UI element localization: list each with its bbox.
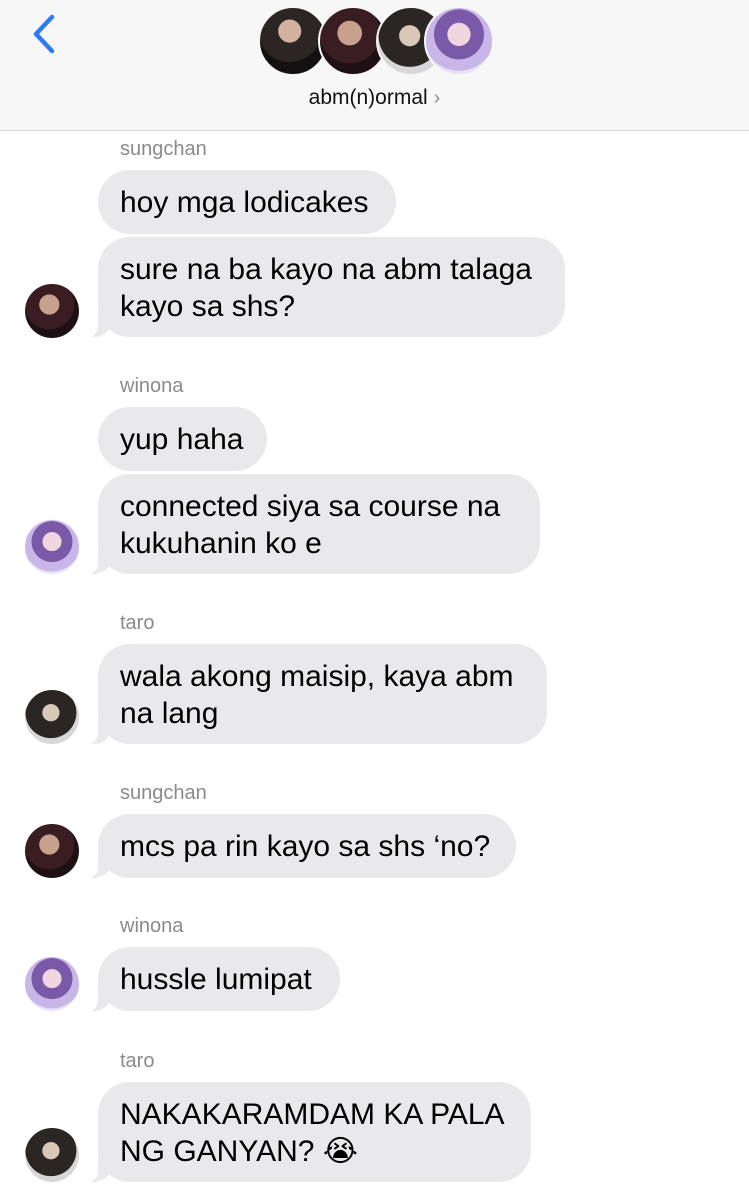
message-line: kukuhanin ko e	[120, 527, 322, 560]
group-name-button[interactable]: abm(n)ormal ›	[0, 86, 749, 110]
chevron-right-icon: ›	[433, 87, 441, 109]
chat-header: abm(n)ormal ›	[0, 0, 749, 131]
message-text: NAKAKARAMDAM KA PALA NG GANYAN? 😭	[120, 1098, 505, 1168]
message-line: na lang	[120, 697, 219, 730]
chevron-left-icon	[33, 14, 55, 54]
sender-name: winona	[120, 375, 184, 397]
avatar-taro[interactable]	[25, 690, 79, 744]
message-bubble[interactable]: wala akong maisip, kaya abm na lang	[84, 644, 547, 745]
avatar-sungchan[interactable]	[25, 284, 79, 338]
message-text: hoy mga lodicakes	[120, 186, 369, 219]
message-bubble[interactable]: hussle lumipat	[84, 947, 340, 1012]
message-text: connected siya sa course na kukuhanin ko …	[120, 490, 500, 560]
group-avatar-stack[interactable]	[258, 6, 498, 78]
sender-name: taro	[120, 1050, 155, 1072]
message-line: kayo sa shs?	[120, 290, 296, 323]
sender-name: sungchan	[120, 782, 207, 804]
message-text: sure na ba kayo na abm talaga kayo sa shs…	[120, 253, 532, 323]
message-line: connected siya sa course na	[120, 490, 501, 523]
avatar-taro[interactable]	[25, 1128, 79, 1182]
sender-name: taro	[120, 612, 155, 634]
message-line: NAKAKARAMDAM KA PALA	[120, 1098, 505, 1131]
message-line: NG GANYAN? 😭	[120, 1135, 358, 1168]
back-button[interactable]	[22, 12, 66, 56]
avatar-sungchan[interactable]	[25, 824, 79, 878]
message-text: yup haha	[120, 423, 244, 456]
message-text: hussle lumipat	[120, 963, 312, 996]
avatar-winona[interactable]	[25, 957, 79, 1011]
group-name: abm(n)ormal	[308, 86, 428, 109]
sender-name: sungchan	[120, 138, 207, 160]
message-text: wala akong maisip, kaya abm na lang	[120, 660, 514, 730]
message-bubble[interactable]: sure na ba kayo na abm talaga kayo sa shs…	[84, 237, 565, 338]
message-line: wala akong maisip, kaya abm	[120, 660, 514, 693]
group-member-avatar	[424, 6, 494, 76]
message-text: mcs pa rin kayo sa shs ‘no?	[120, 830, 491, 863]
message-bubble[interactable]: NAKAKARAMDAM KA PALA NG GANYAN? 😭	[84, 1082, 531, 1183]
message-line: sure na ba kayo na abm talaga	[120, 253, 532, 286]
avatar-winona[interactable]	[25, 520, 79, 574]
message-bubble[interactable]: mcs pa rin kayo sa shs ‘no?	[84, 814, 516, 879]
message-bubble[interactable]: yup haha	[98, 407, 267, 471]
message-bubble[interactable]: connected siya sa course na kukuhanin ko …	[84, 474, 540, 575]
message-bubble[interactable]: hoy mga lodicakes	[98, 170, 396, 234]
sender-name: winona	[120, 915, 184, 937]
